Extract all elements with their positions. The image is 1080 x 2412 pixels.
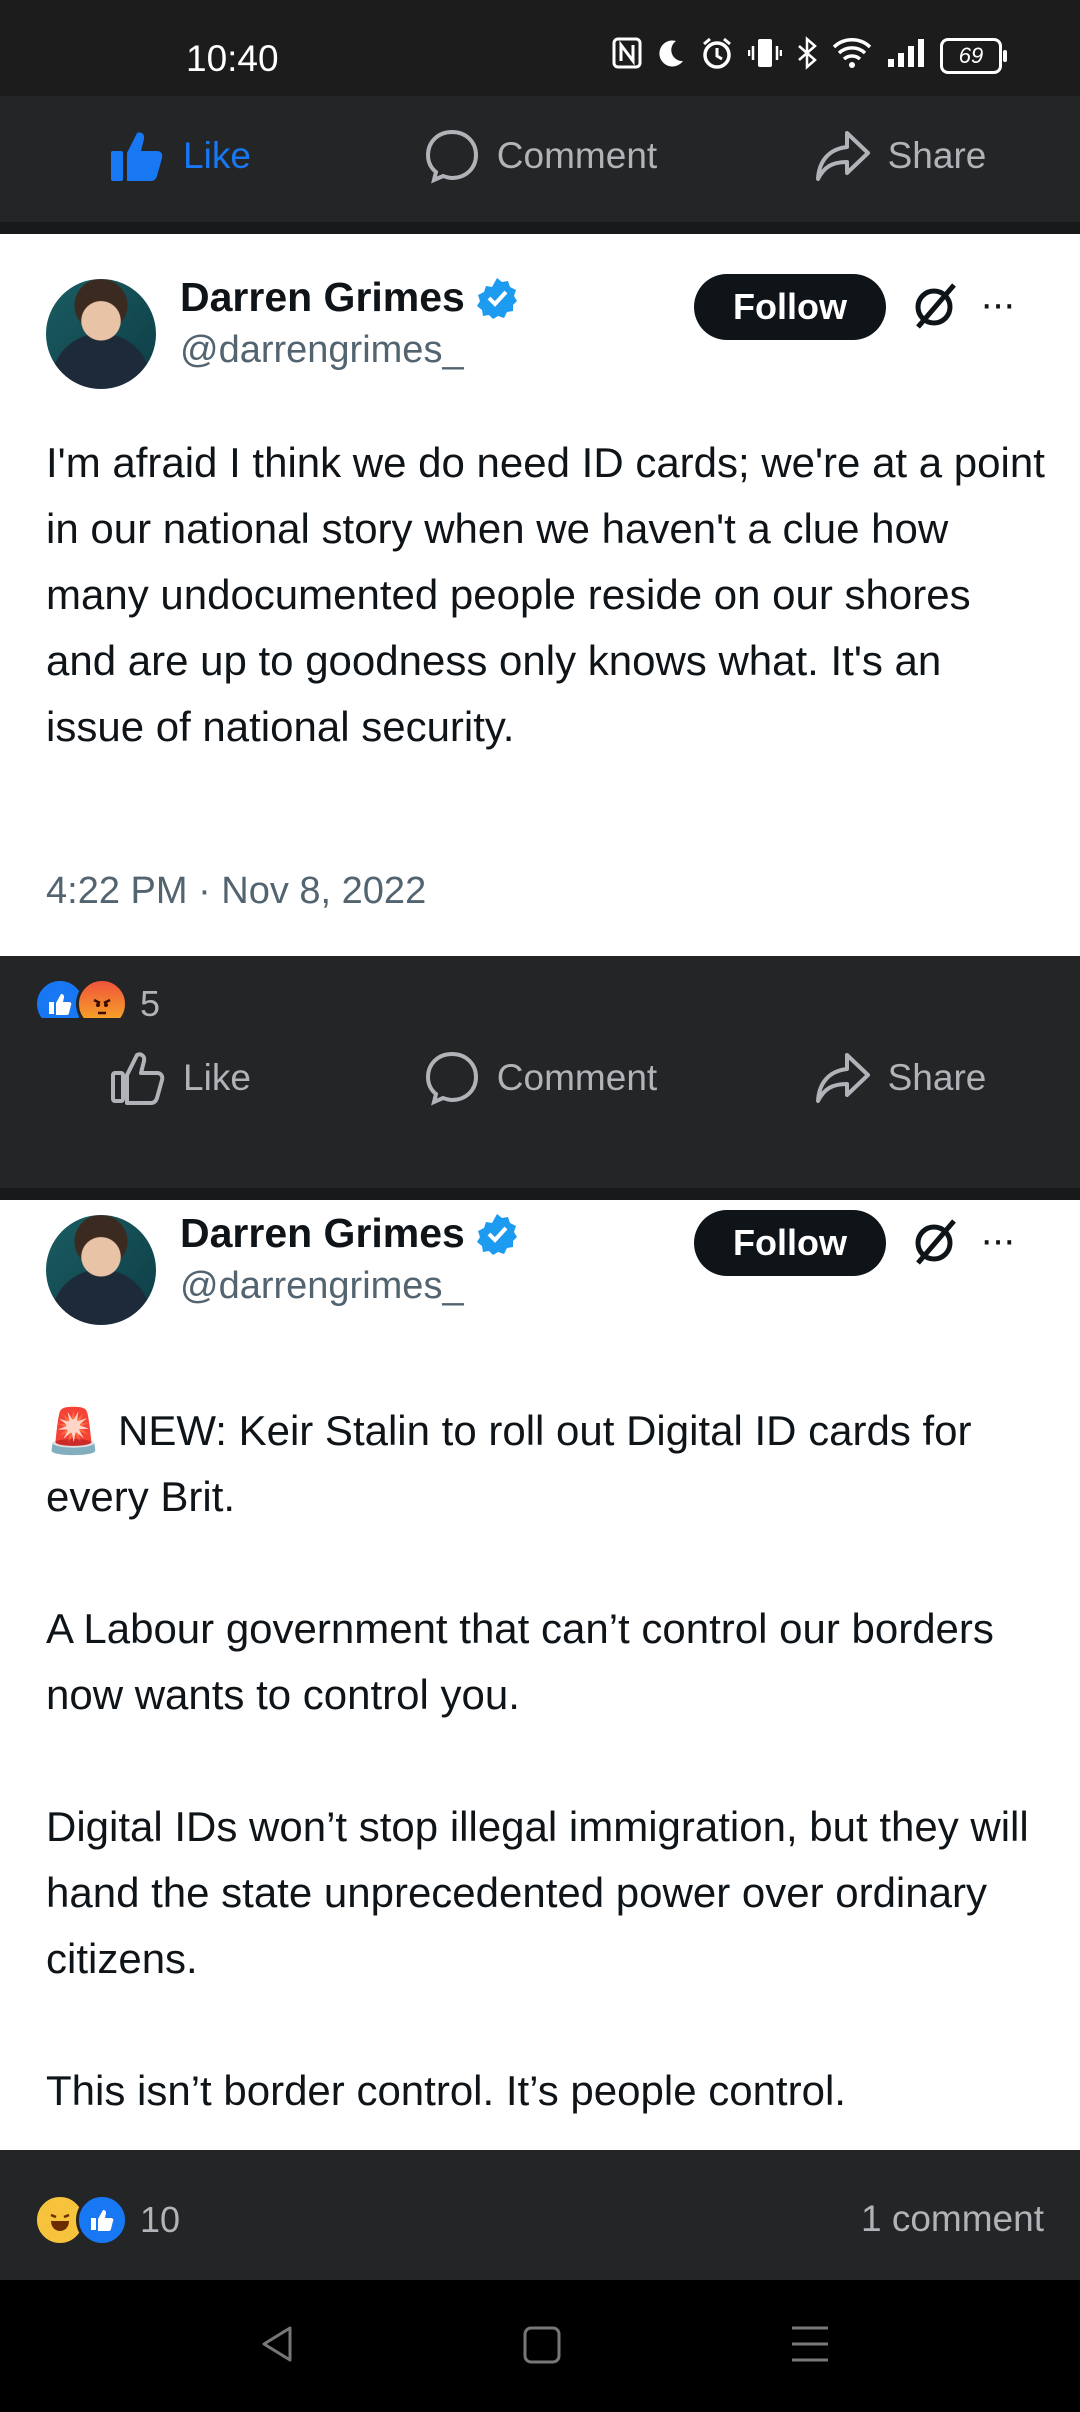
like-label: Like (183, 1057, 251, 1098)
more-options-icon[interactable]: ··· (980, 1218, 1016, 1263)
like-button[interactable]: Like (0, 1049, 360, 1107)
status-bar: 10:40 69 (0, 0, 1080, 96)
comment-icon (425, 129, 478, 184)
verified-badge-icon (476, 277, 517, 319)
battery-icon: 69 (940, 38, 1007, 74)
reaction-count: 10 (140, 2199, 181, 2240)
thumbs-up-outline-icon (111, 1052, 165, 1105)
author-name[interactable]: Darren Grimes (180, 1210, 465, 1257)
siren-emoji: 🚨 (46, 1407, 101, 1456)
status-time: 10:40 (186, 38, 279, 79)
author-name[interactable]: Darren Grimes (180, 274, 465, 321)
system-nav-bar (0, 2280, 1080, 2412)
comment-button[interactable]: Comment (360, 1049, 720, 1107)
signal-icon (886, 37, 926, 75)
follow-button[interactable]: Follow (694, 1210, 886, 1276)
alarm-icon (700, 36, 734, 76)
tweet-text: NEW: Keir Stalin to roll out Digital ID … (46, 1407, 1029, 2114)
grok-icon[interactable] (910, 279, 962, 331)
wifi-icon (832, 37, 872, 75)
grok-icon[interactable] (910, 1215, 962, 1267)
vibrate-icon (747, 36, 783, 76)
tweet-card-2[interactable]: Darren Grimes @darrengrimes_ Follow ··· … (0, 1200, 1080, 2150)
share-icon (815, 131, 870, 181)
tweet-text: I'm afraid I think we do need ID cards; … (46, 439, 1057, 750)
author-handle: @darrengrimes_ (180, 329, 464, 371)
top-action-bar: Like Comment Share (0, 96, 1080, 216)
verified-badge-icon (476, 1213, 517, 1255)
comment-button[interactable]: Comment (360, 127, 720, 185)
avatar[interactable] (46, 1215, 156, 1325)
back-nav-icon[interactable] (256, 2322, 300, 2366)
home-nav-icon[interactable] (522, 2322, 562, 2366)
comment-icon (425, 1051, 478, 1106)
share-button[interactable]: Share (720, 1049, 1080, 1107)
moon-icon (656, 38, 686, 74)
thumbs-up-icon (111, 132, 163, 181)
recents-nav-icon[interactable] (790, 2322, 830, 2366)
avatar[interactable] (46, 279, 156, 389)
post-divider (0, 222, 1080, 234)
comment-count-link[interactable]: 1 comment (861, 2198, 1044, 2240)
author-row: Darren Grimes (180, 274, 519, 321)
tweet-card-1[interactable]: Darren Grimes @darrengrimes_ Follow ··· … (0, 234, 1080, 956)
bluetooth-icon (796, 36, 818, 76)
share-icon (815, 1053, 870, 1103)
post-divider (0, 1188, 1080, 1200)
share-label: Share (887, 1057, 987, 1098)
author-handle: @darrengrimes_ (180, 1265, 464, 1307)
more-options-icon[interactable]: ··· (980, 282, 1016, 327)
post-1-actions: Like Comment Share (0, 1018, 1080, 1138)
tweet-header: Darren Grimes @darrengrimes_ Follow ··· (0, 234, 1080, 389)
like-label: Like (183, 135, 251, 176)
post-2-footer: 10 1 comment (0, 2150, 1080, 2280)
comment-label: Comment (496, 135, 658, 176)
share-label: Share (887, 135, 987, 176)
author-row: Darren Grimes (180, 1210, 519, 1257)
follow-button[interactable]: Follow (694, 274, 886, 340)
post-1-footer: 5 Like Comment Share (0, 956, 1080, 1190)
tweet-header: Darren Grimes @darrengrimes_ Follow ··· (0, 1200, 1080, 1325)
comment-label: Comment (496, 1057, 658, 1098)
share-button[interactable]: Share (720, 127, 1080, 185)
like-reaction-icon (76, 2194, 128, 2246)
like-button[interactable]: Like (0, 127, 360, 185)
tweet-timestamp: 4:22 PM · Nov 8, 2022 (46, 870, 427, 912)
status-icons: 69 (612, 36, 1007, 76)
reaction-summary[interactable]: 10 (34, 2194, 180, 2246)
nfc-icon (612, 37, 642, 75)
